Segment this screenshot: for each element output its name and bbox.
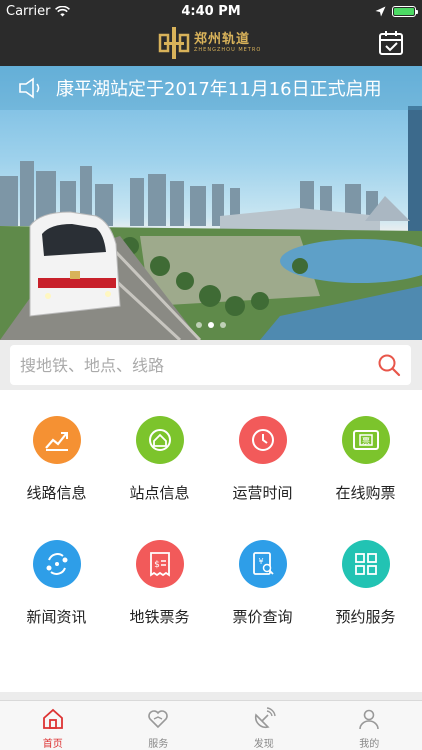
clock-icon xyxy=(238,416,287,464)
calendar-check-icon[interactable] xyxy=(378,30,404,56)
grid-item-news[interactable]: 新闻资讯 xyxy=(4,540,109,627)
svg-text:票: 票 xyxy=(362,437,370,446)
notice-text: 康平湖站定于2017年11月16日正式启用 xyxy=(56,79,382,100)
home-icon xyxy=(42,708,63,729)
grid-item-metro-ticketing[interactable]: $ 地铁票务 xyxy=(107,540,212,627)
tab-home[interactable]: 首页 xyxy=(0,701,106,750)
grid-label: 站点信息 xyxy=(129,484,190,502)
metro-logo: 郑州轨道 ZHENGZHOU METRO xyxy=(158,26,261,60)
search-icon[interactable] xyxy=(377,353,401,377)
svg-text:$: $ xyxy=(154,560,160,570)
status-bar: Carrier 4:40 PM xyxy=(0,0,422,22)
satellite-icon xyxy=(254,707,276,729)
tab-discover[interactable]: 发现 xyxy=(211,701,317,750)
location-arrow-icon xyxy=(375,6,386,16)
speaker-icon xyxy=(19,77,40,99)
battery-icon xyxy=(392,5,418,17)
grid-item-fare-search[interactable]: ¥ 票价查询 xyxy=(210,540,315,627)
grid-item-line-info[interactable]: 线路信息 xyxy=(4,416,109,503)
grid-label: 地铁票务 xyxy=(129,608,190,626)
search-box[interactable] xyxy=(10,345,411,385)
grid-label: 新闻资讯 xyxy=(26,608,87,626)
carousel-dot[interactable] xyxy=(196,322,202,328)
metro-logo-mark xyxy=(158,27,190,59)
tab-label: 首页 xyxy=(42,739,63,750)
tab-mine[interactable]: 我的 xyxy=(317,701,422,750)
grid-item-online-ticket[interactable]: 票 在线购票 xyxy=(313,416,418,503)
station-icon xyxy=(135,416,184,464)
fare-search-icon: ¥ xyxy=(238,540,287,588)
reservation-icon xyxy=(341,540,390,588)
ticket-icon: 票 xyxy=(341,416,390,464)
user-icon xyxy=(359,709,380,730)
grid-item-operating-hours[interactable]: 运营时间 xyxy=(210,416,315,503)
notice-bar[interactable]: 康平湖站定于2017年11月16日正式启用 xyxy=(0,66,422,110)
carousel-dot-active[interactable] xyxy=(208,322,214,328)
grid-label: 线路信息 xyxy=(26,484,87,502)
grid-label: 在线购票 xyxy=(335,484,396,502)
logo-english-text: ZHENGZHOU METRO xyxy=(194,47,262,53)
receipt-icon: $ xyxy=(135,540,184,588)
grid-label: 预约服务 xyxy=(335,608,396,626)
tab-label: 发现 xyxy=(253,739,274,750)
search-input[interactable] xyxy=(20,355,377,375)
service-grid: 线路信息 站点信息 运营时间 票 在线购票 新闻资讯 $ 地铁票务 ¥ 票价查询 xyxy=(0,390,422,692)
tab-label: 服务 xyxy=(148,739,169,750)
news-icon xyxy=(32,540,81,588)
carousel-dots[interactable] xyxy=(196,322,226,328)
tab-label: 我的 xyxy=(359,739,380,750)
svg-text:¥: ¥ xyxy=(258,557,263,566)
carrier-label: Carrier xyxy=(6,3,51,19)
status-time: 4:40 PM xyxy=(181,3,241,19)
divider xyxy=(0,692,422,700)
wifi-icon xyxy=(55,5,71,16)
grid-item-reservation[interactable]: 预约服务 xyxy=(313,540,418,627)
banner-carousel[interactable]: 康平湖站定于2017年11月16日正式启用 xyxy=(0,66,422,340)
route-chart-icon xyxy=(32,416,81,464)
tab-bar: 首页 服务 发现 我的 xyxy=(0,700,422,750)
grid-item-station-info[interactable]: 站点信息 xyxy=(107,416,212,503)
carousel-dot[interactable] xyxy=(220,322,226,328)
tab-service[interactable]: 服务 xyxy=(106,701,212,750)
logo-chinese-text: 郑州轨道 xyxy=(194,32,251,47)
grid-label: 运营时间 xyxy=(232,484,293,502)
nav-bar: 郑州轨道 ZHENGZHOU METRO xyxy=(0,22,422,66)
heart-hand-icon xyxy=(148,710,169,729)
search-area xyxy=(0,340,422,390)
grid-label: 票价查询 xyxy=(232,608,293,626)
